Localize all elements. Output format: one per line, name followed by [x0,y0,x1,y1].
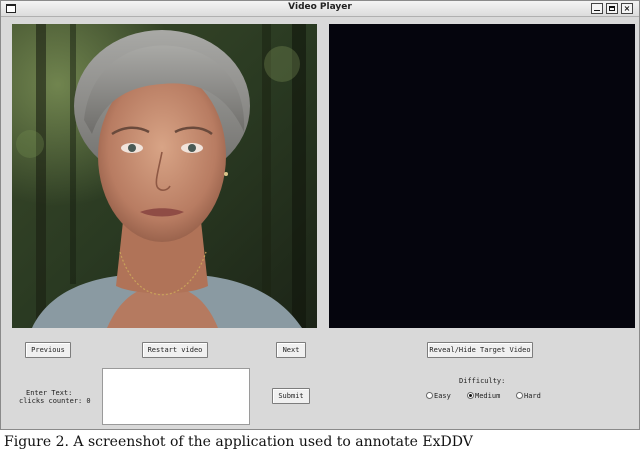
maximize-button[interactable] [606,3,618,14]
difficulty-easy-radio[interactable] [426,392,433,399]
submit-button[interactable]: Submit [272,388,310,404]
minimize-button[interactable] [591,3,603,14]
clicks-counter-label: clicks counter: 0 [19,397,91,405]
window-title: Video Player [288,2,352,12]
minimize-icon [594,10,600,11]
figure-caption: Figure 2. A screenshot of the applicatio… [4,434,473,450]
difficulty-medium-radio[interactable] [467,392,474,399]
difficulty-label: Difficulty: [459,377,506,385]
close-button[interactable]: × [621,3,633,14]
source-video[interactable] [12,24,317,328]
video-player-window: Video Player × Previous Restart video Ne… [0,0,640,430]
maximize-icon [609,6,615,11]
previous-button[interactable]: Previous [25,342,71,358]
difficulty-hard-label[interactable]: Hard [524,392,541,400]
restart-video-button[interactable]: Restart video [142,342,208,358]
close-icon: × [623,4,631,13]
text-input-area[interactable] [102,368,250,425]
target-video-hidden[interactable] [329,24,635,328]
reveal-hide-target-button[interactable]: Reveal/Hide Target Video [427,342,533,358]
title-bar[interactable]: Video Player × [1,1,639,17]
difficulty-easy-label[interactable]: Easy [434,392,451,400]
next-button[interactable]: Next [276,342,306,358]
difficulty-medium-label[interactable]: Medium [475,392,500,400]
difficulty-hard-radio[interactable] [516,392,523,399]
face-video-frame [12,24,317,328]
enter-text-label: Enter Text: [26,389,73,397]
